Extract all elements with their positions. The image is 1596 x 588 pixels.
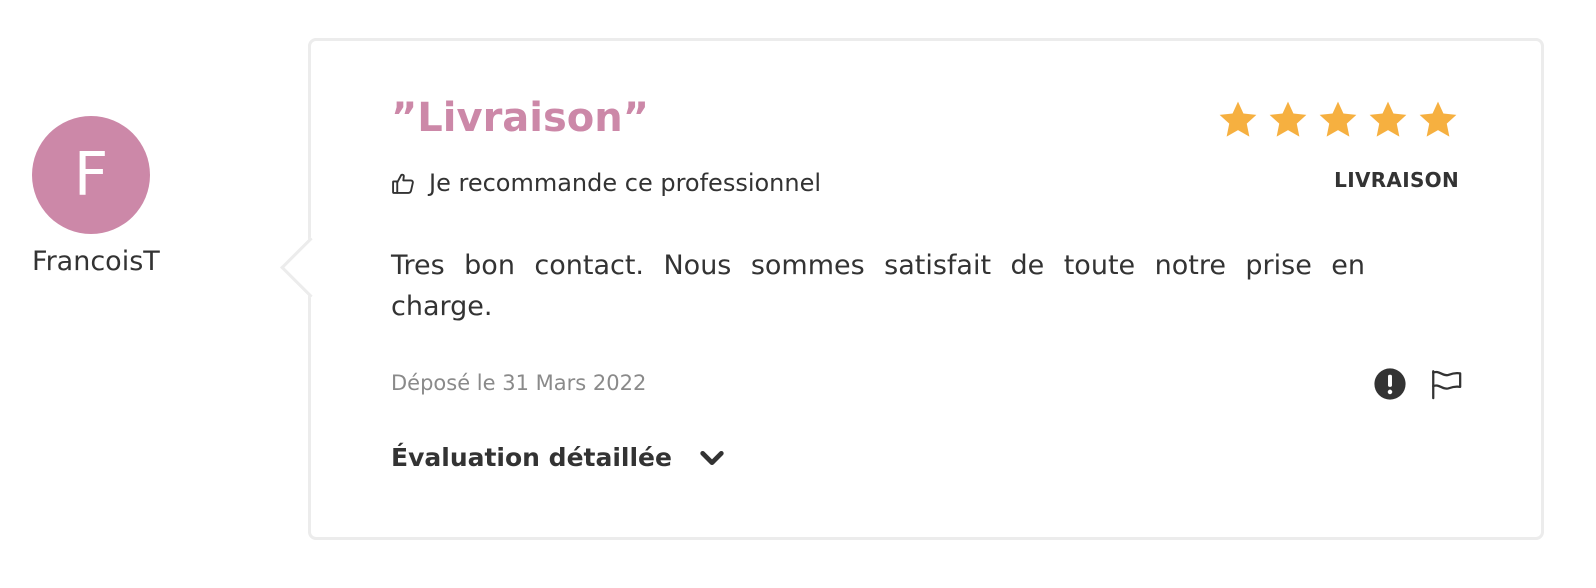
star-icon — [1369, 101, 1407, 137]
details-label: Évaluation détaillée — [391, 443, 672, 472]
review-text: Tres bon contact. Nous sommes satisfait … — [391, 250, 1365, 322]
star-rating — [1217, 99, 1459, 141]
review-actions — [1373, 367, 1463, 401]
review-date: Déposé le 31 Mars 2022 — [391, 371, 647, 395]
review-card: ”Livraison” Je recommande ce professionn… — [280, 38, 1544, 540]
thumbs-up-icon — [392, 173, 414, 194]
author-name: FrancoisT — [32, 246, 160, 277]
star-icon — [1269, 101, 1307, 137]
card-pointer — [280, 237, 341, 298]
chevron-down-icon — [700, 450, 724, 465]
exclamation-circle-icon[interactable] — [1373, 367, 1407, 401]
recommend-text: Je recommande ce professionnel — [429, 169, 822, 197]
avatar-initial: F — [73, 140, 109, 210]
avatar: F — [32, 116, 150, 234]
review-author: F FrancoisT — [32, 116, 160, 277]
review-title: ”Livraison” — [391, 95, 650, 141]
star-icon — [1219, 101, 1257, 137]
detailed-evaluation-toggle[interactable]: Évaluation détaillée — [391, 443, 726, 472]
star-icon — [1319, 101, 1357, 137]
star-icon — [1419, 101, 1457, 137]
flag-icon[interactable] — [1429, 367, 1463, 401]
review-category: LIVRAISON — [1334, 168, 1459, 192]
recommendation: Je recommande ce professionnel — [391, 169, 821, 197]
